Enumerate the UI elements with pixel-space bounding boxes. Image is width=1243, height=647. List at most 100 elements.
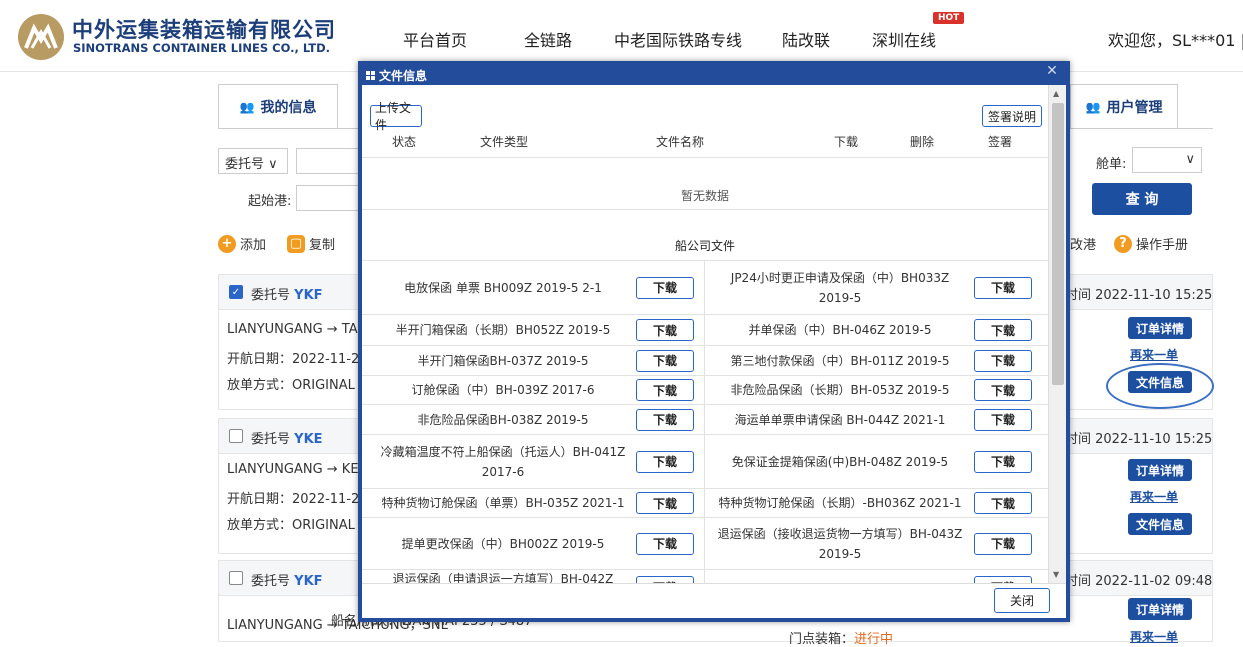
- download-button[interactable]: 下载: [636, 349, 694, 372]
- download-button[interactable]: 下载: [974, 379, 1032, 401]
- highlight-circle: [1106, 363, 1214, 409]
- welcome-text[interactable]: 欢迎您，SL***01 |: [1108, 27, 1243, 51]
- download-button[interactable]: 下载: [636, 576, 694, 583]
- download-button[interactable]: 下载: [974, 532, 1032, 555]
- add-button[interactable]: + 添加: [218, 234, 266, 253]
- file-row: 退运保函（申请退运一方填写）BH-042Z 下载 下载: [362, 570, 1048, 583]
- col-sign: 签署: [988, 135, 1013, 149]
- manifest-select[interactable]: ∨: [1132, 147, 1202, 173]
- file-row: 冷藏箱温度不符上船保函（托运人）BH-041Z 2017-6 下载 免保证金提箱保…: [362, 435, 1048, 489]
- file-name: 冷藏箱温度不符上船保函（托运人）BH-041Z 2017-6: [380, 444, 626, 479]
- col-download: 下载: [834, 135, 859, 149]
- order-number: 委托号 YKF: [251, 288, 323, 303]
- file-row: 订舱保函（中）BH-039Z 2017-6 下载 非危险品保函（长期）BH-053…: [362, 376, 1048, 405]
- order-checkbox[interactable]: ✓: [229, 285, 243, 299]
- download-button[interactable]: 下载: [974, 319, 1032, 341]
- nav-china-laos-railway[interactable]: 中老国际铁路专线: [614, 27, 742, 51]
- file-name: 提单更改保函（中）BH002Z 2019-5: [401, 536, 605, 551]
- col-file-name: 文件名称: [656, 135, 705, 149]
- close-icon[interactable]: ✕: [1042, 63, 1062, 79]
- tab-my-info-label: 我的信息: [260, 99, 317, 116]
- dialog-footer: 关闭: [362, 583, 1066, 618]
- dialog-body: 上传文件 签署说明 状态 文件类型 文件名称 下载 删除 签署 暂无数据 船公司…: [362, 85, 1066, 583]
- file-name: 海运单单票申请保函 BH-044Z 2021-1: [734, 412, 946, 427]
- order-time: 时间 2022-11-10 15:25: [1065, 432, 1213, 447]
- add-label: 添加: [240, 238, 267, 253]
- file-name: 退运保函（接收退运货物一方填写）BH-043Z 2019-5: [717, 526, 963, 561]
- download-button[interactable]: 下载: [636, 379, 694, 401]
- order-time: 时间 2022-11-10 15:25: [1065, 288, 1213, 303]
- origin-port-input[interactable]: [296, 185, 366, 211]
- download-button[interactable]: 下载: [636, 532, 694, 555]
- company-logo[interactable]: [18, 14, 64, 60]
- file-name: JP24小时更正申请及保函（中）BH033Z 2019-5: [730, 270, 950, 305]
- reorder-link[interactable]: 再来一单: [1130, 628, 1178, 645]
- col-status: 状态: [392, 135, 417, 149]
- manual-button[interactable]: ? 操作手册: [1114, 234, 1188, 253]
- download-button[interactable]: 下载: [974, 276, 1032, 299]
- scroll-thumb[interactable]: [1052, 103, 1064, 385]
- file-info-button[interactable]: 文件信息: [1128, 513, 1192, 535]
- download-button[interactable]: 下载: [636, 450, 694, 473]
- file-name: 并单保函（中）BH-046Z 2019-5: [748, 323, 932, 337]
- nav-home[interactable]: 平台首页: [403, 27, 467, 51]
- reorder-link[interactable]: 再来一单: [1130, 488, 1178, 505]
- download-button[interactable]: 下载: [974, 576, 1032, 583]
- origin-port-label: 起始港:: [248, 194, 292, 209]
- download-button[interactable]: 下载: [974, 408, 1032, 431]
- query-button[interactable]: 查 询: [1092, 183, 1192, 215]
- copy-icon: ▢: [287, 234, 305, 253]
- file-info-dialog: 文件信息 ✕ 上传文件 签署说明 状态 文件类型 文件名称 下载 删除 签署 暂…: [358, 61, 1070, 622]
- copy-button[interactable]: ▢ 复制: [287, 234, 335, 253]
- order-number: 委托号 YKF: [251, 574, 323, 589]
- carrier-files-heading: 船公司文件: [674, 239, 735, 253]
- order-detail-button[interactable]: 订单详情: [1128, 317, 1192, 339]
- order-detail-button[interactable]: 订单详情: [1128, 598, 1192, 620]
- manual-label: 操作手册: [1136, 238, 1189, 253]
- close-button[interactable]: 关闭: [994, 588, 1050, 613]
- sign-instructions-button[interactable]: 签署说明: [982, 105, 1042, 127]
- dialog-scrollbar[interactable]: ▲ ▼: [1048, 85, 1066, 583]
- upload-file-button[interactable]: 上传文件: [370, 101, 422, 132]
- order-number-input[interactable]: [296, 148, 366, 174]
- download-button[interactable]: 下载: [974, 349, 1032, 372]
- change-port-label: 改港: [1070, 238, 1097, 253]
- door-loading-status: 门点装箱：进行中: [789, 632, 894, 647]
- release-method: 放单方式：ORIGINAL: [227, 518, 355, 533]
- nav-shenzhen-online[interactable]: 深圳在线: [872, 27, 936, 51]
- order-detail-button[interactable]: 订单详情: [1128, 459, 1192, 481]
- download-button[interactable]: 下载: [974, 492, 1032, 514]
- nav-full-chain[interactable]: 全链路: [524, 27, 572, 51]
- grid-icon: [366, 71, 375, 80]
- file-name: 特种货物订舱保函（单票）BH-035Z 2021-1: [381, 496, 625, 510]
- file-name: 免保证金提箱保函(中)BH-048Z 2019-5: [731, 454, 949, 469]
- empty-state: 暂无数据: [680, 189, 729, 203]
- nav-luganlian[interactable]: 陆改联: [782, 27, 830, 51]
- scroll-down-arrow-icon[interactable]: ▼: [1053, 570, 1059, 579]
- file-row: 特种货物订舱保函（单票）BH-035Z 2021-1 下载 特种货物订舱保函（长期…: [362, 489, 1048, 518]
- order-checkbox[interactable]: [229, 429, 243, 443]
- tab-my-info[interactable]: 👥 我的信息: [218, 84, 338, 128]
- order-checkbox[interactable]: [229, 571, 243, 585]
- download-button[interactable]: 下载: [636, 408, 694, 431]
- scroll-up-arrow-icon[interactable]: ▲: [1053, 89, 1059, 98]
- sail-date: 开航日期：2022-11-20: [227, 492, 368, 507]
- download-button[interactable]: 下载: [636, 276, 694, 299]
- file-name: 订舱保函（中）BH-039Z 2017-6: [411, 383, 595, 397]
- download-button[interactable]: 下载: [636, 319, 694, 341]
- file-row: 电放保函 单票 BH009Z 2019-5 2-1 下载 JP24小时更正申请及保…: [362, 261, 1048, 315]
- file-name: 半开门箱保函BH-037Z 2019-5: [417, 353, 589, 368]
- change-port-button[interactable]: 改港: [1070, 234, 1096, 253]
- download-button[interactable]: 下载: [636, 492, 694, 514]
- file-row: 半开门箱保函BH-037Z 2019-5 下载 第三地付款保函（中）BH-011Z…: [362, 346, 1048, 376]
- col-delete: 删除: [910, 135, 935, 149]
- tab-user-management-label: 用户管理: [1106, 99, 1163, 116]
- search-type-select[interactable]: 委托号 ∨: [218, 148, 288, 174]
- plus-icon: +: [218, 234, 236, 253]
- download-button[interactable]: 下载: [974, 450, 1032, 473]
- file-name: 非危险品保函（长期）BH-053Z 2019-5: [730, 383, 950, 397]
- file-name: 电放保函 单票 BH009Z 2019-5 2-1: [404, 280, 602, 295]
- reorder-link[interactable]: 再来一单: [1130, 346, 1178, 363]
- file-row: 半开门箱保函（长期）BH052Z 2019-5 下载 并单保函（中）BH-046Z…: [362, 315, 1048, 346]
- tab-user-management[interactable]: 👥 用户管理: [1070, 84, 1178, 128]
